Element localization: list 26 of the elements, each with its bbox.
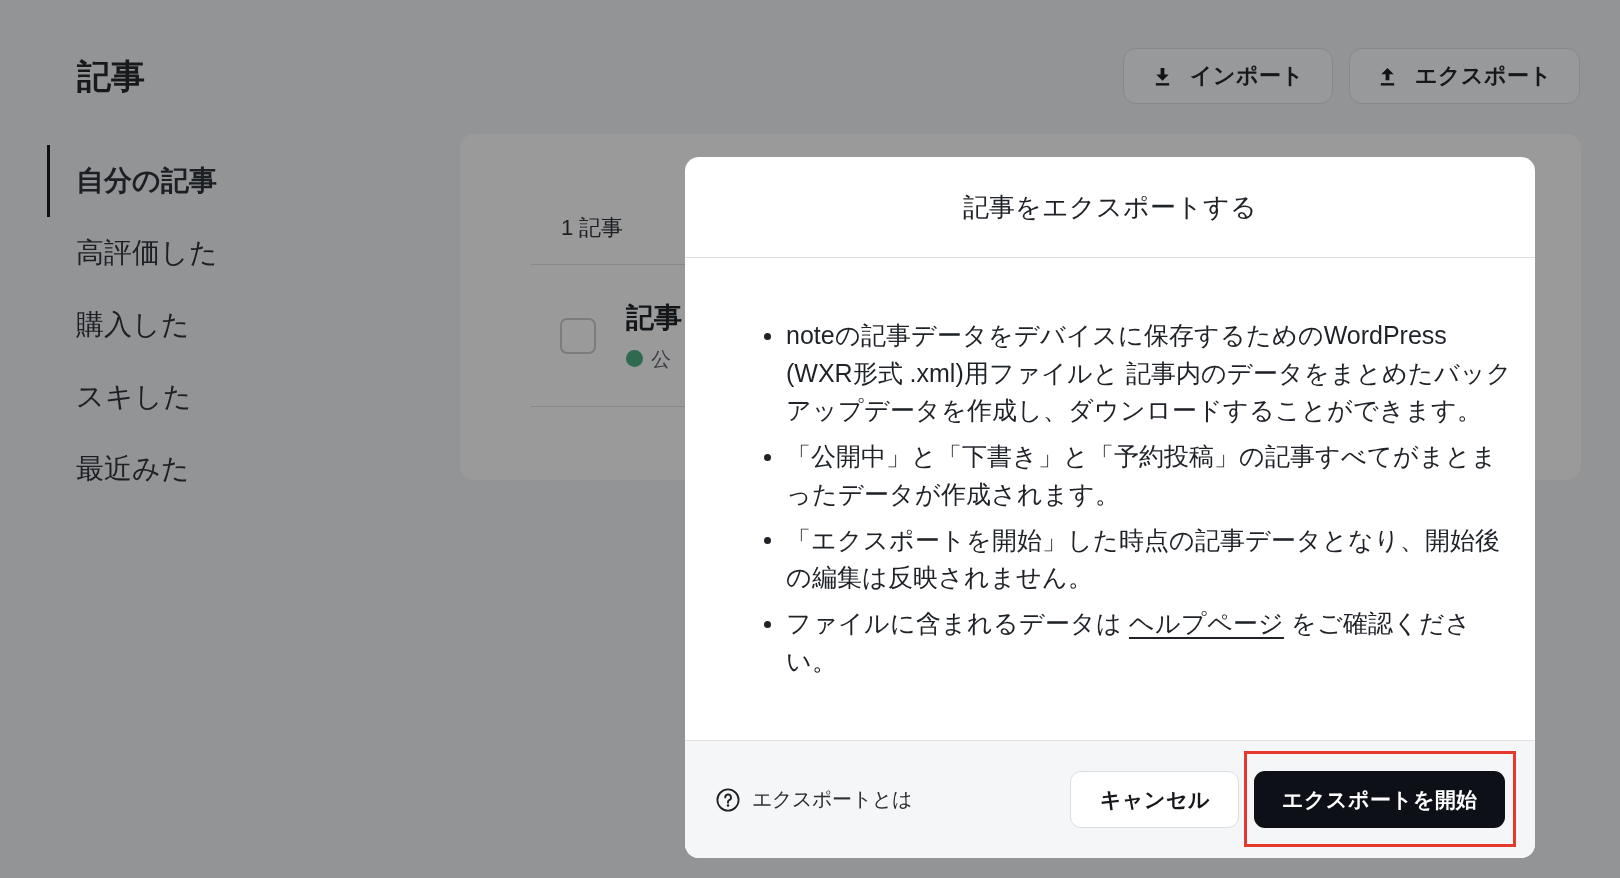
bullet-text: noteの記事データをデバイスに保存するためのWordPress (WXR形式 .xml)用ファイルと 記事内のデータをまとめたバックアップデータを作成し、ダウンロードすることができます。 <box>786 320 1512 426</box>
bullet-text: 「公開中」と「下書き」と「予約投稿」の記事すべてがまとまったデータが作成されます。 <box>786 441 1498 510</box>
article-title[interactable]: 記事 <box>626 300 682 335</box>
sidebar-item[interactable]: 高評価した <box>47 217 228 289</box>
bullet-text: ファイルに含まれるデータは ヘルプページ をご確認ください。 <box>786 608 1472 677</box>
start-export-button[interactable]: エクスポートを開始 <box>1254 771 1505 828</box>
bullet-icon <box>764 620 771 628</box>
sidebar-item[interactable]: 最近みた <box>47 433 200 505</box>
sidebar-item[interactable]: スキした <box>47 361 202 433</box>
cancel-button[interactable]: キャンセル <box>1070 771 1239 828</box>
export-button[interactable]: エクスポート <box>1349 48 1580 104</box>
sidebar-item[interactable]: 自分の記事 <box>47 145 227 217</box>
bullet-icon <box>764 537 771 544</box>
bullet-text: 「エクスポートを開始」した時点の記事データとなり、開始後の編集は反映されません。 <box>786 524 1501 593</box>
checkbox[interactable] <box>560 317 596 354</box>
help-page-link[interactable]: ヘルプページ <box>1128 609 1284 637</box>
bullet-icon <box>764 332 771 340</box>
import-button[interactable]: インポート <box>1123 48 1333 104</box>
sidebar-item[interactable]: 購入した <box>47 289 200 361</box>
help-icon <box>716 787 740 812</box>
page-title: 記事 <box>77 55 145 97</box>
bullet-icon <box>764 453 771 461</box>
status-label: 公 <box>651 346 671 371</box>
help-link[interactable]: エクスポートとは <box>716 786 912 813</box>
dialog-title: 記事をエクスポートする <box>963 190 1257 224</box>
article-count: 1 記事 <box>561 214 624 242</box>
